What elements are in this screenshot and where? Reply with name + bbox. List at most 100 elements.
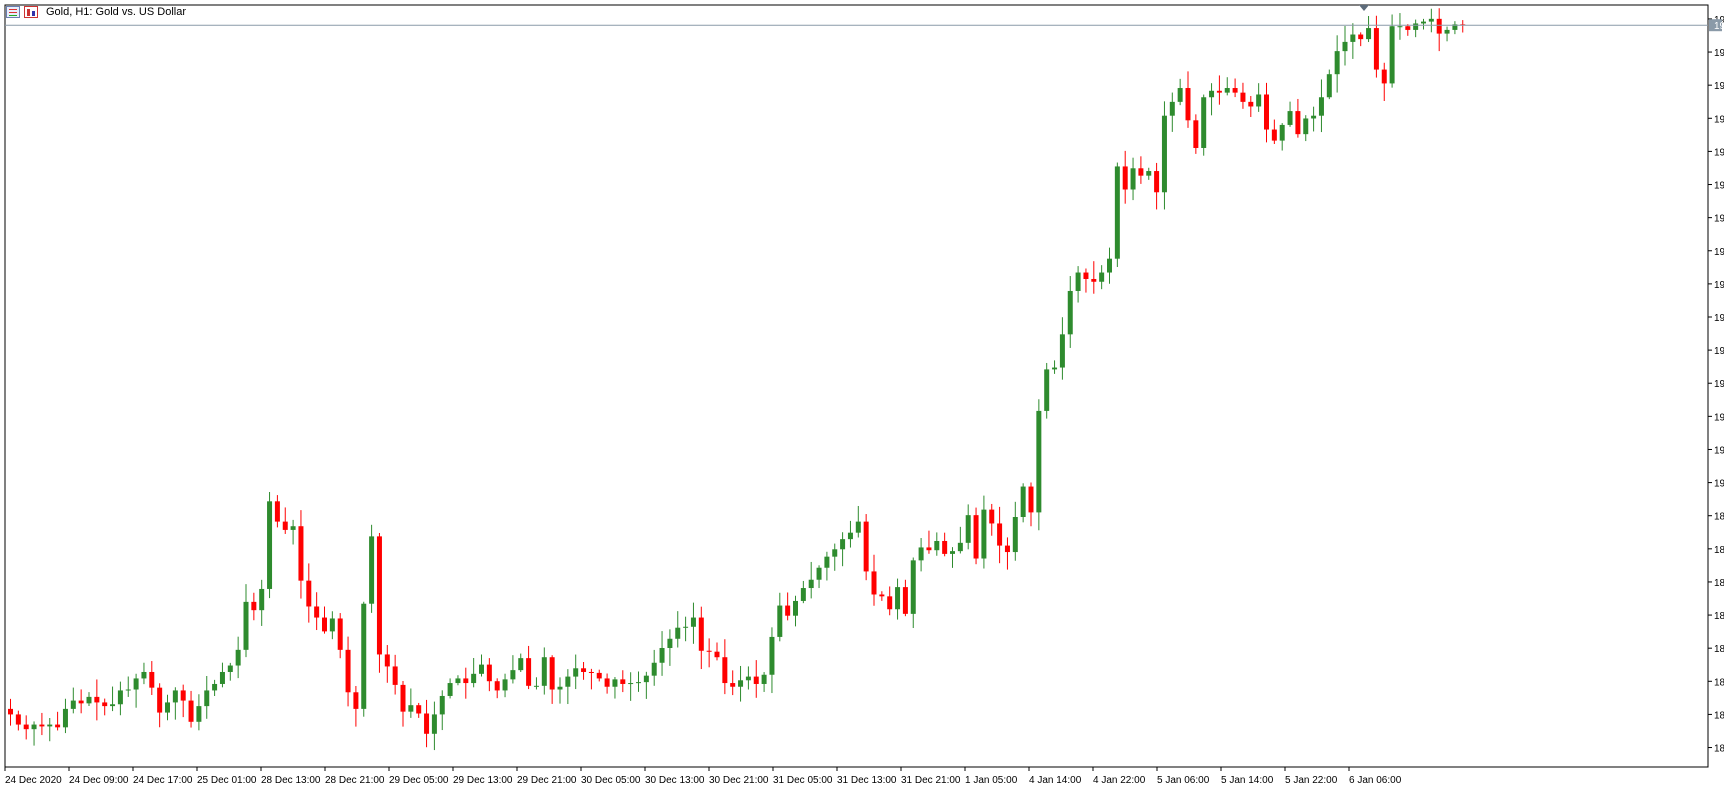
candle — [981, 495, 987, 569]
candle — [997, 506, 1003, 564]
candle — [1460, 20, 1466, 33]
candle — [204, 675, 210, 719]
candle — [1232, 78, 1238, 98]
candle — [1366, 15, 1372, 43]
candle-series — [8, 8, 1466, 751]
candle — [1075, 266, 1081, 303]
candle — [557, 677, 563, 704]
candle — [706, 638, 712, 668]
candle — [926, 530, 932, 554]
candle — [180, 684, 186, 718]
period-marker-icon — [1359, 5, 1369, 11]
candle — [78, 689, 84, 714]
candle — [416, 702, 422, 718]
candle — [950, 547, 955, 568]
candle — [133, 673, 139, 708]
candle — [1099, 265, 1105, 290]
candle — [989, 503, 995, 536]
candle — [565, 669, 571, 705]
candle — [337, 613, 343, 659]
y-tick-label: 1872.01 — [1714, 744, 1724, 755]
candle — [1004, 537, 1010, 570]
candle — [793, 595, 798, 627]
candle — [1193, 114, 1199, 154]
candle — [196, 694, 202, 731]
candle — [125, 676, 131, 697]
candle — [1138, 156, 1144, 184]
candle — [455, 675, 461, 686]
candle — [322, 606, 327, 634]
x-tick-label: 29 Dec 13:00 — [453, 775, 513, 786]
y-tick-label: 1943.81 — [1714, 81, 1724, 92]
plot-frame — [4, 4, 1709, 768]
candle — [824, 551, 830, 581]
candle — [722, 639, 728, 695]
candle — [353, 686, 359, 727]
candle — [769, 627, 775, 694]
candle — [447, 678, 453, 699]
candle — [94, 679, 100, 721]
candle — [1146, 167, 1152, 180]
candle — [895, 578, 901, 620]
candle — [400, 680, 406, 727]
candle — [957, 526, 963, 554]
candle — [235, 636, 241, 679]
candle — [1342, 25, 1348, 66]
candle — [1240, 82, 1246, 109]
candle — [808, 561, 814, 599]
candle — [1436, 8, 1442, 52]
candle — [761, 672, 767, 692]
candle — [526, 645, 532, 690]
candlestick-chart[interactable]: 1950.991947.401943.811940.221936.631933.… — [0, 0, 1724, 795]
candle — [643, 671, 649, 699]
candle — [1428, 8, 1434, 33]
x-tick-label: 5 Jan 14:00 — [1221, 775, 1274, 786]
candle — [1130, 157, 1136, 201]
candle — [541, 647, 547, 695]
candle — [698, 606, 704, 670]
candle — [973, 507, 979, 565]
candle — [47, 717, 53, 742]
candle — [1161, 101, 1167, 210]
candle — [533, 677, 539, 690]
x-tick-label: 1 Jan 05:00 — [965, 775, 1018, 786]
candle — [863, 514, 869, 581]
candle — [1279, 123, 1285, 151]
candle — [479, 654, 484, 677]
candle — [471, 657, 477, 688]
candle — [1405, 24, 1411, 36]
candle — [62, 698, 68, 734]
candle — [431, 701, 437, 751]
x-tick-label: 6 Jan 06:00 — [1349, 775, 1402, 786]
candle — [15, 710, 21, 731]
candle — [298, 510, 304, 599]
candle — [683, 616, 689, 642]
candle — [1444, 26, 1450, 42]
y-tick-label: 1918.68 — [1714, 313, 1724, 324]
candle — [1452, 21, 1458, 35]
candle — [1413, 19, 1419, 38]
candle — [1295, 98, 1301, 138]
y-tick-label: 1929.45 — [1714, 214, 1724, 225]
x-tick-label: 28 Dec 21:00 — [325, 775, 385, 786]
candle — [596, 669, 602, 682]
candle — [573, 654, 579, 690]
candle — [549, 655, 555, 704]
candle — [612, 677, 618, 699]
x-tick-label: 24 Dec 2020 — [5, 775, 62, 786]
candle — [290, 519, 296, 545]
y-tick-label: 1900.73 — [1714, 479, 1724, 490]
x-tick-label: 5 Jan 06:00 — [1157, 775, 1210, 786]
candle — [1107, 247, 1112, 284]
candle — [855, 505, 861, 538]
candle — [1201, 94, 1207, 156]
candle — [102, 698, 108, 716]
candle — [1122, 150, 1128, 204]
candle — [8, 698, 13, 726]
y-tick-label: 1879.19 — [1714, 677, 1724, 688]
candle — [1326, 69, 1332, 100]
candle — [871, 554, 877, 606]
candle — [847, 520, 853, 548]
candle — [424, 699, 430, 748]
candle — [1421, 18, 1426, 30]
